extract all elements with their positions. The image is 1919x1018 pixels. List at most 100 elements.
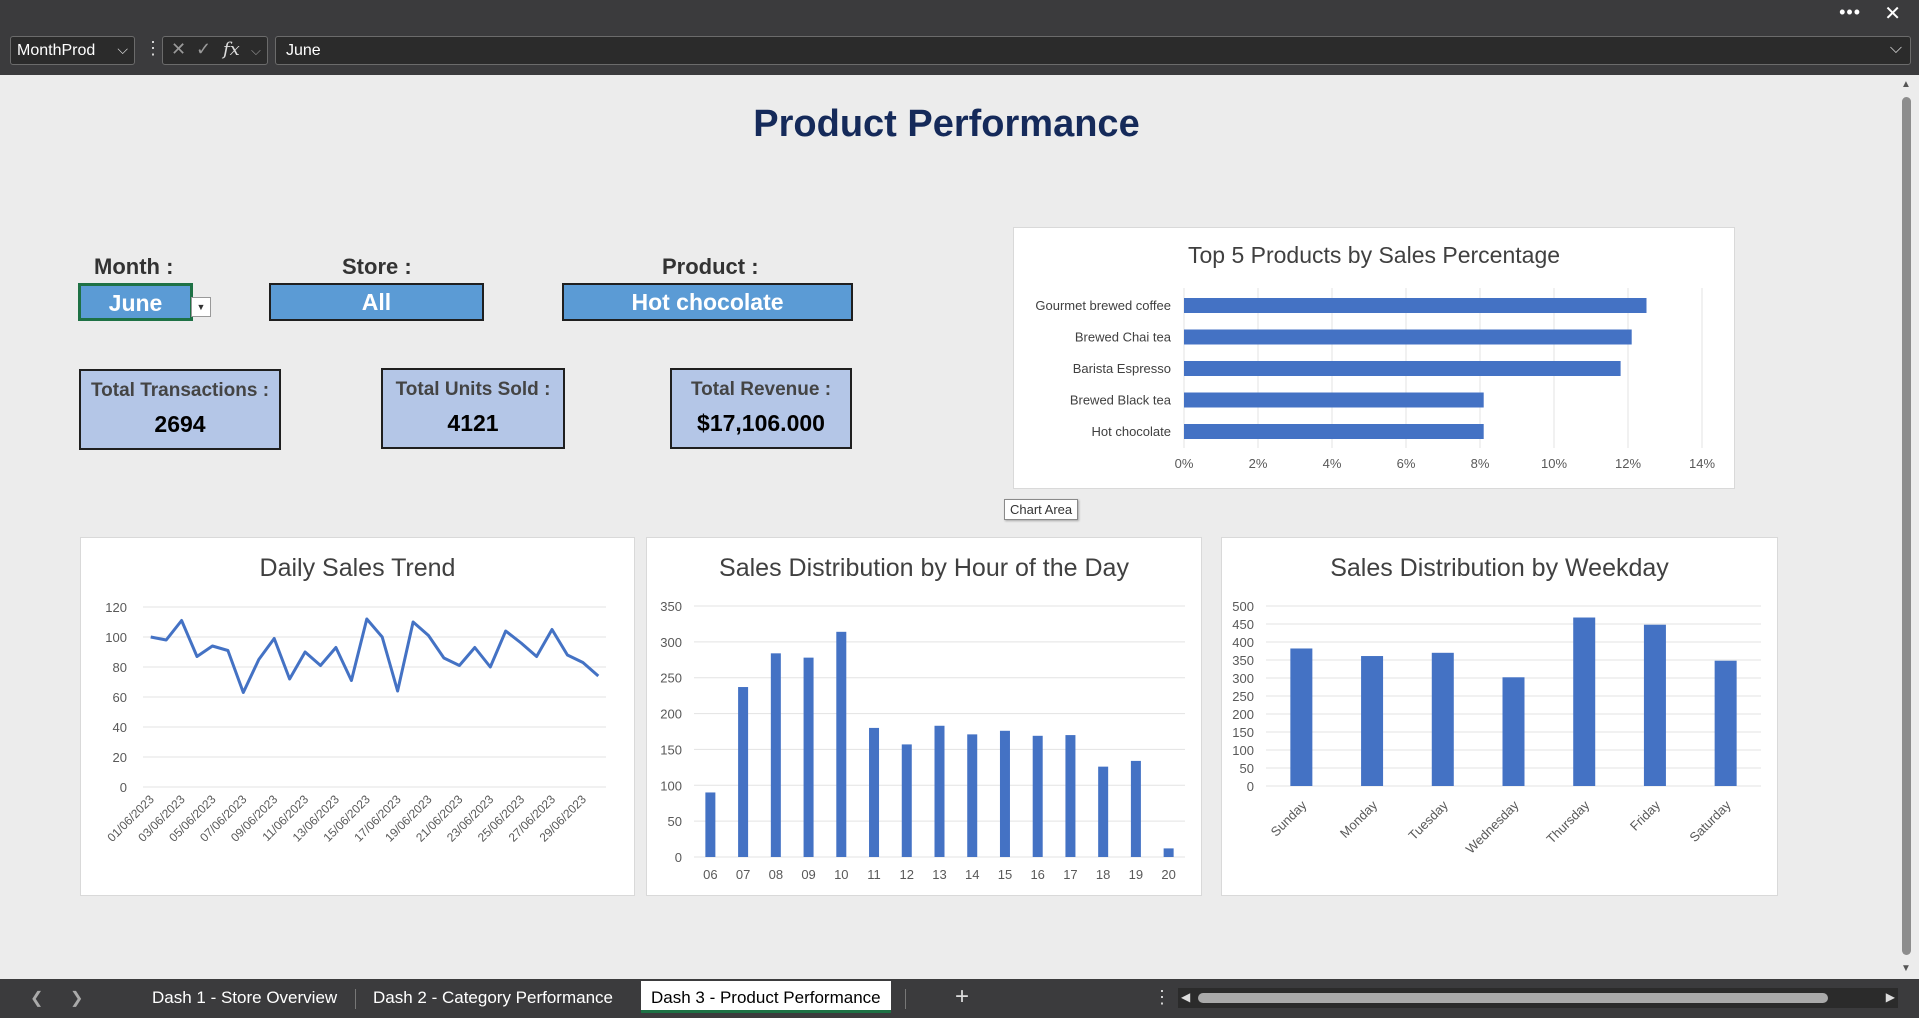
tab-dash-3[interactable]: Dash 3 - Product Performance bbox=[641, 981, 891, 1013]
chevron-down-icon[interactable]: ⌵ bbox=[251, 43, 261, 59]
vertical-dots-icon[interactable]: ⋮ bbox=[1153, 987, 1171, 1008]
x-tick-label: 0% bbox=[1175, 456, 1194, 471]
bar bbox=[999, 730, 1010, 857]
bar bbox=[770, 653, 781, 857]
kpi-value: 4121 bbox=[447, 410, 499, 436]
window-title-bar: ••• ✕ bbox=[0, 0, 1919, 27]
x-tick-label: 2% bbox=[1249, 456, 1268, 471]
kpi-label: Total Revenue : bbox=[690, 379, 832, 400]
x-tick-label: Sunday bbox=[1268, 797, 1310, 839]
y-tick-label: 350 bbox=[660, 599, 682, 614]
x-tick-label: 13 bbox=[932, 867, 946, 882]
scroll-left-icon[interactable]: ◀ bbox=[1181, 990, 1190, 1004]
kpi-total-units-sold: Total Units Sold : 4121 bbox=[381, 368, 565, 449]
x-tick-label: 15 bbox=[998, 867, 1012, 882]
y-tick-label: 300 bbox=[660, 635, 682, 650]
x-tick-label: 16 bbox=[1030, 867, 1044, 882]
cancel-icon[interactable]: ✕ bbox=[171, 39, 186, 60]
vertical-dots-icon[interactable]: ⋮ bbox=[144, 38, 162, 59]
bar bbox=[1184, 298, 1647, 313]
formula-input[interactable]: June ⌵ bbox=[275, 36, 1911, 65]
hourly-chart-card[interactable]: Sales Distribution by Hour of the Day 05… bbox=[646, 537, 1202, 896]
series-line bbox=[150, 617, 600, 694]
name-box-value: MonthProd bbox=[17, 42, 96, 59]
bar bbox=[1714, 660, 1737, 786]
formula-controls: ✕ ✓ fx ⌵ bbox=[162, 36, 268, 65]
close-icon[interactable]: ✕ bbox=[1884, 1, 1901, 26]
y-tick-label: 150 bbox=[660, 742, 682, 757]
category-label: Brewed Chai tea bbox=[1075, 330, 1172, 345]
x-tick-label: 12 bbox=[900, 867, 914, 882]
bar bbox=[967, 734, 978, 857]
tab-separator bbox=[905, 989, 906, 1009]
x-tick-label: 19 bbox=[1129, 867, 1143, 882]
sheet-tab-bar: ❮ ❯ Dash 1 - Store Overview Dash 2 - Cat… bbox=[0, 979, 1919, 1018]
y-tick-label: 100 bbox=[1232, 743, 1254, 758]
category-label: Hot chocolate bbox=[1092, 424, 1172, 439]
bar bbox=[803, 657, 814, 857]
name-box[interactable]: MonthProd ⌵ bbox=[10, 36, 135, 65]
y-tick-label: 60 bbox=[113, 690, 127, 705]
category-label: Barista Espresso bbox=[1073, 361, 1171, 376]
x-tick-label: 08 bbox=[769, 867, 783, 882]
bar bbox=[1032, 735, 1043, 857]
check-icon[interactable]: ✓ bbox=[196, 39, 211, 60]
sheet-canvas[interactable]: Product Performance Month : Store : Prod… bbox=[0, 75, 1896, 979]
formula-bar: MonthProd ⌵ ⋮ ✕ ✓ fx ⌵ June ⌵ bbox=[0, 27, 1919, 75]
x-tick-label: 06 bbox=[703, 867, 717, 882]
x-tick-label: Friday bbox=[1627, 797, 1663, 833]
y-tick-label: 100 bbox=[660, 778, 682, 793]
y-tick-label: 120 bbox=[105, 600, 127, 615]
bar bbox=[1184, 361, 1621, 376]
x-tick-label: 4% bbox=[1323, 456, 1342, 471]
bar bbox=[1573, 617, 1596, 786]
daily-trend-card[interactable]: Daily Sales Trend 0 20 40 60 80 100 120 01/06/2… bbox=[80, 537, 635, 896]
vertical-scrollbar[interactable]: ▲ ▼ bbox=[1896, 75, 1919, 979]
y-tick-label: 200 bbox=[660, 707, 682, 722]
fx-icon[interactable]: fx bbox=[223, 39, 240, 60]
prev-sheet-icon[interactable]: ❮ bbox=[30, 988, 43, 1008]
kpi-total-transactions: Total Transactions : 2694 bbox=[79, 369, 281, 450]
top5-chart-card[interactable]: Top 5 Products by Sales Percentage 0% 2% 4… bbox=[1013, 227, 1735, 489]
chevron-down-icon[interactable]: ⌵ bbox=[117, 41, 128, 58]
more-options-icon[interactable]: ••• bbox=[1839, 2, 1861, 23]
x-tick-label: 17 bbox=[1063, 867, 1077, 882]
horizontal-scrollbar[interactable]: ◀ ▶ bbox=[1178, 988, 1898, 1008]
y-tick-label: 350 bbox=[1232, 653, 1254, 668]
product-selector[interactable]: Hot chocolate bbox=[562, 283, 853, 321]
bar bbox=[1431, 652, 1454, 786]
store-selector[interactable]: All bbox=[269, 283, 484, 321]
tab-dash-1[interactable]: Dash 1 - Store Overview bbox=[152, 988, 337, 1008]
y-tick-label: 250 bbox=[660, 671, 682, 686]
chart-area-tooltip: Chart Area bbox=[1004, 499, 1079, 520]
bar bbox=[1065, 735, 1076, 857]
scroll-thumb[interactable] bbox=[1902, 97, 1911, 955]
scroll-up-icon[interactable]: ▲ bbox=[1901, 79, 1911, 90]
bar bbox=[836, 631, 847, 857]
month-selector[interactable]: June bbox=[78, 283, 193, 321]
add-sheet-icon[interactable]: + bbox=[955, 983, 969, 1011]
x-tick-label: 14 bbox=[965, 867, 979, 882]
bar bbox=[1098, 766, 1109, 857]
tab-dash-2[interactable]: Dash 2 - Category Performance bbox=[373, 988, 613, 1008]
top5-products-chart: 0% 2% 4% 6% 8% 10% 12% 14% Gourmet brewed coffee… bbox=[1035, 288, 1715, 471]
dropdown-arrow-icon[interactable]: ▼ bbox=[191, 297, 211, 317]
bar bbox=[1361, 656, 1384, 786]
weekday-chart-card[interactable]: Sales Distribution by Weekday 0 50 100 150 2… bbox=[1221, 537, 1778, 896]
page-title: Product Performance bbox=[753, 103, 1140, 145]
weekday-sales-chart: 0 50 100 150 200 250 300 350 400 450 500 Sunday Mond… bbox=[1232, 599, 1761, 857]
kpi-label: Total Units Sold : bbox=[395, 379, 551, 400]
bar bbox=[705, 792, 716, 857]
next-sheet-icon[interactable]: ❯ bbox=[70, 988, 83, 1008]
scroll-right-icon[interactable]: ▶ bbox=[1886, 990, 1895, 1004]
bar bbox=[934, 725, 945, 857]
expand-formula-icon[interactable]: ⌵ bbox=[1890, 40, 1902, 58]
scroll-thumb[interactable] bbox=[1198, 993, 1828, 1003]
x-tick-label: 11 bbox=[867, 867, 881, 882]
bar bbox=[1163, 848, 1174, 857]
x-tick-label: Monday bbox=[1337, 797, 1381, 841]
x-tick-label: 20 bbox=[1161, 867, 1175, 882]
kpi-label: Total Transactions : bbox=[90, 380, 270, 401]
scroll-down-icon[interactable]: ▼ bbox=[1901, 963, 1911, 974]
daily-sales-chart: 02040608010012001/06/202303/06/202305/06… bbox=[104, 600, 606, 845]
